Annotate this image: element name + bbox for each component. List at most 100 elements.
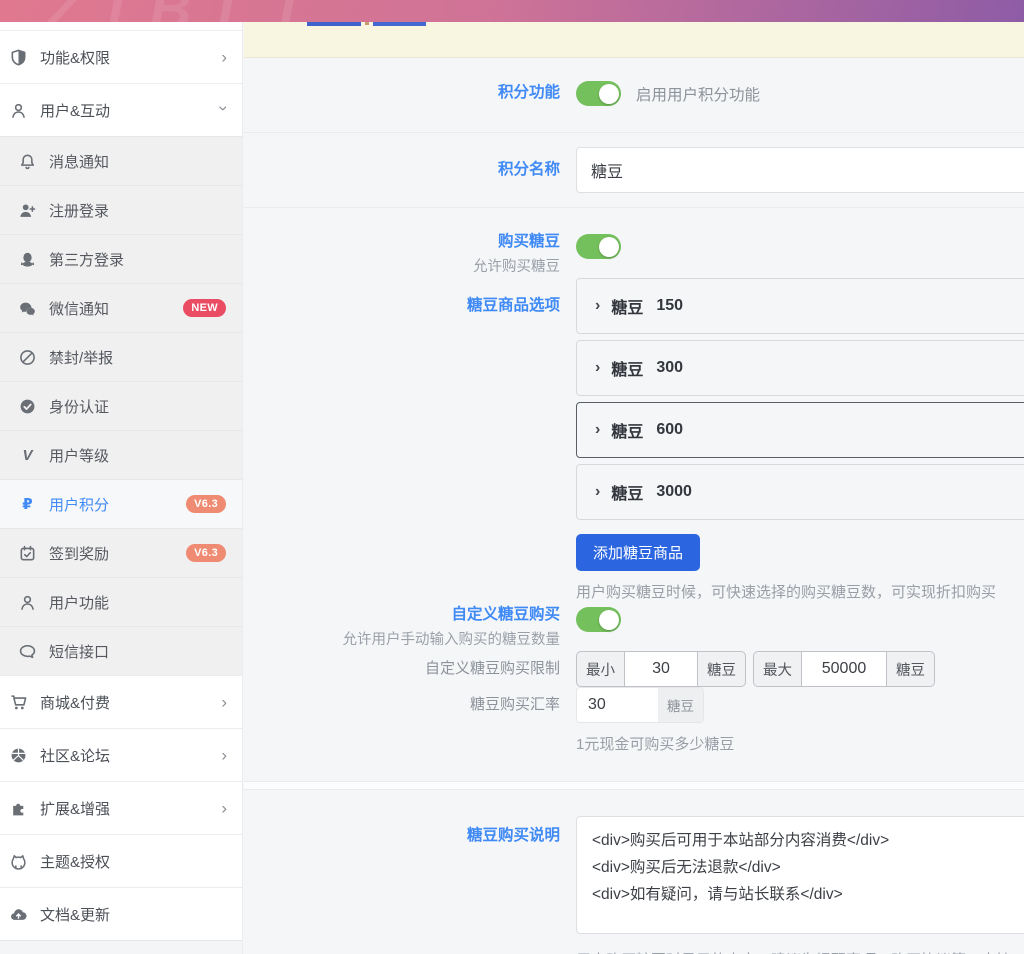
header-link-stub[interactable] (307, 22, 361, 26)
sidebar-item-wechat-notify[interactable]: 微信通知 NEW (0, 283, 242, 332)
sidebar-item-extensions[interactable]: 扩展&增强 (0, 781, 242, 834)
admin-settings-page: ZIBLL 功能&权限 用户&互动 消息通知 (0, 0, 1024, 954)
min-limit-input[interactable] (624, 651, 698, 687)
sidebar-item-user-level[interactable]: 用户等级 (0, 430, 242, 479)
sidebar-item-label: 功能&权限 (40, 47, 110, 68)
sidebar-item-label: 用户功能 (49, 592, 109, 613)
check-circle-icon (19, 398, 36, 415)
form-section-purchase-desc: 糖豆购买说明 用户购买糖豆时显示的内容，建议为提醒事项、购买协议等，支持HT (244, 789, 1024, 954)
shield-icon (10, 49, 27, 66)
bean-product-accordion[interactable]: 糖豆 300 (576, 340, 1024, 396)
ruble-icon (19, 496, 36, 513)
form-row-bean-products: 糖豆商品选项 糖豆 150 糖豆 300 糖豆 (244, 278, 1024, 603)
chevron-right-icon (595, 421, 600, 439)
github-icon (10, 853, 27, 870)
sidebar-item-sms-api[interactable]: 短信接口 (0, 626, 242, 675)
points-enable-toggle[interactable] (576, 81, 621, 106)
product-value: 600 (656, 421, 683, 439)
forum-icon (10, 747, 27, 764)
bell-icon (19, 153, 36, 170)
custom-buy-toggle[interactable] (576, 607, 621, 632)
form-row-points-name: 积分名称 (244, 132, 1024, 207)
chevron-right-icon (221, 49, 227, 66)
sidebar-item-label: 文档&更新 (40, 904, 110, 925)
sidebar-item-register-login[interactable]: 注册登录 (0, 185, 242, 234)
puzzle-icon (10, 800, 27, 817)
field-label: 积分名称 (498, 161, 560, 178)
cart-icon (10, 694, 27, 711)
sidebar-item-identity-verify[interactable]: 身份认证 (0, 381, 242, 430)
max-limit-input[interactable] (801, 651, 887, 687)
field-label: 自定义糖豆购买 (244, 603, 560, 627)
ban-icon (19, 349, 36, 366)
form-row-custom-limit: 自定义糖豆购买限制 最小 糖豆 最大 糖豆 (244, 651, 1024, 687)
form-section-buy-beans: 购买糖豆 允许购买糖豆 糖豆商品选项 糖豆 150 (244, 207, 1024, 781)
sidebar-item-label: 消息通知 (49, 151, 109, 172)
sidebar-item-message-notify[interactable]: 消息通知 (0, 136, 242, 185)
unit-addon: 糖豆 (886, 651, 935, 687)
sidebar-item-label: 主题&授权 (40, 851, 110, 872)
chevron-right-icon (221, 800, 227, 817)
link-separator-dot (365, 22, 369, 25)
points-name-input[interactable] (576, 147, 1024, 193)
field-help-text: 1元现金可购买多少糖豆 (576, 734, 1024, 755)
sms-icon (19, 643, 36, 660)
rate-input-group: 糖豆 (576, 687, 704, 723)
user-icon (10, 102, 27, 119)
sidebar-item-label: 微信通知 (49, 298, 109, 319)
sidebar-item-theme-license[interactable]: 主题&授权 (0, 834, 242, 887)
new-badge: NEW (183, 299, 226, 317)
form-row-exchange-rate: 糖豆购买汇率 糖豆 1元现金可购买多少糖豆 (244, 687, 1024, 755)
sidebar-item-label: 注册登录 (49, 200, 109, 221)
sidebar-item-user-functions[interactable]: 用户功能 (0, 577, 242, 626)
calendar-check-icon (19, 545, 36, 562)
sidebar-item-label: 商城&付费 (40, 692, 110, 713)
sidebar-item-features-permissions[interactable]: 功能&权限 (0, 30, 242, 83)
bean-product-accordion[interactable]: 糖豆 600 (576, 402, 1024, 458)
user-plus-icon (19, 202, 36, 219)
settings-main-content: 积分功能 启用用户积分功能 积分名称 购买糖豆 允许购买糖豆 (244, 22, 1024, 954)
sidebar-item-label: 短信接口 (49, 641, 109, 662)
field-label: 糖豆购买说明 (467, 827, 560, 844)
qq-icon (19, 251, 36, 268)
purchase-desc-textarea[interactable] (576, 816, 1024, 934)
version-badge: V6.3 (186, 544, 226, 562)
sidebar-item-label: 用户积分 (49, 494, 109, 515)
bean-product-accordion[interactable]: 糖豆 3000 (576, 464, 1024, 520)
sidebar-item-user-points[interactable]: 用户积分 V6.3 (0, 479, 242, 528)
toggle-description: 启用用户积分功能 (636, 83, 760, 105)
unit-addon: 糖豆 (697, 651, 746, 687)
sidebar-item-third-party-login[interactable]: 第三方登录 (0, 234, 242, 283)
sidebar-item-shop-payment[interactable]: 商城&付费 (0, 675, 242, 728)
product-name: 糖豆 (611, 294, 643, 318)
buy-beans-toggle[interactable] (576, 234, 621, 259)
user-icon (19, 594, 36, 611)
field-label: 自定义糖豆购买限制 (425, 660, 560, 677)
sidebar-item-label: 社区&论坛 (40, 745, 110, 766)
field-sublabel: 允许用户手动输入购买的糖豆数量 (244, 629, 560, 651)
sidebar-item-label: 签到奖励 (49, 543, 109, 564)
product-name: 糖豆 (611, 480, 643, 504)
sidebar-item-users-interaction[interactable]: 用户&互动 (0, 83, 242, 136)
chevron-right-icon (595, 359, 600, 377)
sidebar: 功能&权限 用户&互动 消息通知 注册登录 第三方登 (0, 22, 243, 954)
add-bean-product-button[interactable]: 添加糖豆商品 (576, 534, 700, 571)
product-name: 糖豆 (611, 418, 643, 442)
sidebar-item-community-forum[interactable]: 社区&论坛 (0, 728, 242, 781)
sidebar-item-docs-update[interactable]: 文档&更新 (0, 887, 242, 940)
field-help-text: 用户购买糖豆时候，可快速选择的购买糖豆数，可实现折扣购买 (576, 582, 1024, 603)
sidebar-item-checkin-reward[interactable]: 签到奖励 V6.3 (0, 528, 242, 577)
header-link-stub[interactable] (373, 22, 426, 26)
chevron-right-icon (595, 297, 600, 315)
product-name: 糖豆 (611, 356, 643, 380)
bean-product-accordion[interactable]: 糖豆 150 (576, 278, 1024, 334)
form-row-custom-buy: 自定义糖豆购买 允许用户手动输入购买的糖豆数量 (244, 603, 1024, 651)
max-addon: 最大 (753, 651, 802, 687)
sidebar-item-ban-report[interactable]: 禁封/举报 (0, 332, 242, 381)
rate-input[interactable] (577, 688, 658, 722)
field-label: 积分功能 (498, 84, 560, 101)
brand-watermark: ZIBLL (46, 0, 340, 22)
top-header-bar: ZIBLL (0, 0, 1024, 22)
sidebar-item-label: 扩展&增强 (40, 798, 110, 819)
notice-bar (244, 22, 1024, 58)
